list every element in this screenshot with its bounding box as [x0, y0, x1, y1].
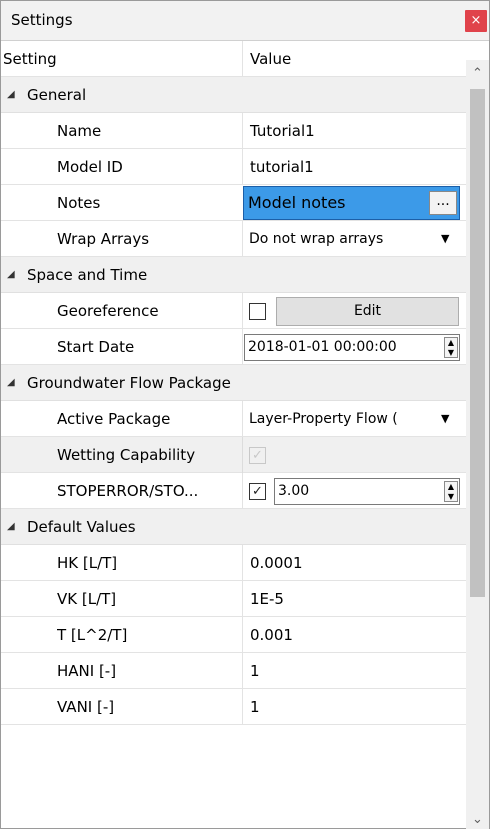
property-row-georeference[interactable]: Georeference Edit — [1, 293, 466, 329]
property-label: STOPERROR/STO... — [57, 482, 199, 500]
property-label: T [L^2/T] — [57, 626, 128, 644]
scroll-thumb[interactable] — [470, 89, 485, 597]
collapse-triangle-icon[interactable]: ◢ — [7, 509, 15, 545]
start-date-value[interactable]: 2018-01-01 00:00:00 — [248, 335, 397, 360]
property-label: Wetting Capability — [57, 446, 196, 464]
vertical-scrollbar[interactable]: ⌃ ⌄ — [466, 60, 489, 829]
stoperror-field[interactable]: 3.00 ▲ ▼ — [274, 478, 460, 505]
property-row-vk[interactable]: VK [L/T] 1E-5 — [1, 581, 466, 617]
property-value[interactable]: 0.0001 — [242, 545, 466, 581]
check-icon: ✓ — [252, 448, 263, 463]
dropdown-arrow-icon[interactable]: ▼ — [441, 221, 449, 257]
category-label: Default Values — [27, 518, 136, 536]
notes-editor[interactable]: Model notes ... — [243, 186, 460, 220]
property-label: VANI [-] — [57, 698, 115, 716]
property-row-stoperror[interactable]: STOPERROR/STO... ✓ 3.00 ▲ ▼ — [1, 473, 466, 509]
spin-up-icon[interactable]: ▲ — [445, 482, 457, 492]
property-label: Start Date — [57, 338, 135, 356]
property-label: Active Package — [57, 410, 171, 428]
spin-down-icon[interactable]: ▼ — [445, 348, 457, 358]
property-row-vani[interactable]: VANI [-] 1 — [1, 689, 466, 725]
property-row-notes[interactable]: Notes Model notes ... — [1, 185, 466, 221]
property-row-wetting-capability: Wetting Capability ✓ — [1, 437, 466, 473]
scroll-down-icon[interactable]: ⌄ — [466, 812, 489, 828]
stoperror-spinner[interactable]: ▲ ▼ — [444, 481, 458, 502]
stoperror-checkbox[interactable]: ✓ — [249, 483, 266, 500]
spin-down-icon[interactable]: ▼ — [445, 492, 457, 502]
property-label: Georeference — [57, 302, 159, 320]
column-header-setting[interactable]: Setting — [3, 41, 186, 77]
category-general[interactable]: ◢ General — [1, 77, 466, 113]
category-label: General — [27, 86, 87, 104]
check-icon: ✓ — [252, 484, 263, 499]
property-row-name[interactable]: Name Tutorial1 — [1, 113, 466, 149]
wrap-arrays-value[interactable]: Do not wrap arrays — [249, 221, 429, 257]
collapse-triangle-icon[interactable]: ◢ — [7, 257, 15, 293]
settings-panel: Settings × Setting Value ◢ General Name … — [0, 0, 490, 829]
property-value[interactable]: 1 — [242, 689, 466, 725]
property-label: VK [L/T] — [57, 590, 117, 608]
property-value[interactable]: 1E-5 — [242, 581, 466, 617]
dropdown-arrow-icon[interactable]: ▼ — [441, 401, 449, 437]
property-row-t[interactable]: T [L^2/T] 0.001 — [1, 617, 466, 653]
collapse-triangle-icon[interactable]: ◢ — [7, 365, 15, 401]
wetting-cell — [242, 437, 466, 473]
category-label: Groundwater Flow Package — [27, 374, 231, 392]
category-default-values[interactable]: ◢ Default Values — [1, 509, 466, 545]
close-button[interactable]: × — [465, 10, 487, 32]
property-label: HK [L/T] — [57, 554, 118, 572]
panel-title: Settings — [11, 11, 73, 29]
title-bar: Settings × — [1, 1, 489, 41]
property-label: Notes — [57, 194, 101, 212]
column-header-value[interactable]: Value — [242, 41, 466, 77]
category-groundwater-flow-package[interactable]: ◢ Groundwater Flow Package — [1, 365, 466, 401]
georeference-checkbox[interactable] — [249, 303, 266, 320]
property-row-hani[interactable]: HANI [-] 1 — [1, 653, 466, 689]
category-label: Space and Time — [27, 266, 148, 284]
property-row-wrap-arrays[interactable]: Wrap Arrays Do not wrap arrays ▼ — [1, 221, 466, 257]
property-row-model-id[interactable]: Model ID tutorial1 — [1, 149, 466, 185]
wetting-checkbox: ✓ — [249, 447, 266, 464]
property-row-hk[interactable]: HK [L/T] 0.0001 — [1, 545, 466, 581]
property-row-start-date[interactable]: Start Date 2018-01-01 00:00:00 ▲ ▼ — [1, 329, 466, 365]
grid-header: Setting Value — [1, 41, 466, 77]
property-label: Name — [57, 122, 102, 140]
spin-up-icon[interactable]: ▲ — [445, 338, 457, 348]
stoperror-value[interactable]: 3.00 — [278, 479, 309, 504]
property-value[interactable]: Tutorial1 — [242, 113, 466, 149]
close-icon: × — [470, 13, 482, 28]
collapse-triangle-icon[interactable]: ◢ — [7, 77, 15, 113]
notes-value[interactable]: Model notes — [248, 193, 346, 212]
property-value[interactable]: 1 — [242, 653, 466, 689]
georeference-edit-button[interactable]: Edit — [276, 297, 459, 326]
notes-ellipsis-button[interactable]: ... — [429, 191, 457, 215]
property-value[interactable]: tutorial1 — [242, 149, 466, 185]
start-date-field[interactable]: 2018-01-01 00:00:00 ▲ ▼ — [244, 334, 460, 361]
property-grid: Setting Value ◢ General Name Tutorial1 M… — [1, 41, 466, 829]
date-spinner[interactable]: ▲ ▼ — [444, 337, 458, 358]
property-label: Model ID — [57, 158, 123, 176]
property-label: HANI [-] — [57, 662, 117, 680]
property-value[interactable]: 0.001 — [242, 617, 466, 653]
category-space-and-time[interactable]: ◢ Space and Time — [1, 257, 466, 293]
property-label: Wrap Arrays — [57, 230, 150, 248]
active-package-value[interactable]: Layer-Property Flow ( — [249, 401, 434, 437]
property-row-active-package[interactable]: Active Package Layer-Property Flow ( ▼ — [1, 401, 466, 437]
scroll-up-icon[interactable]: ⌃ — [466, 66, 489, 82]
